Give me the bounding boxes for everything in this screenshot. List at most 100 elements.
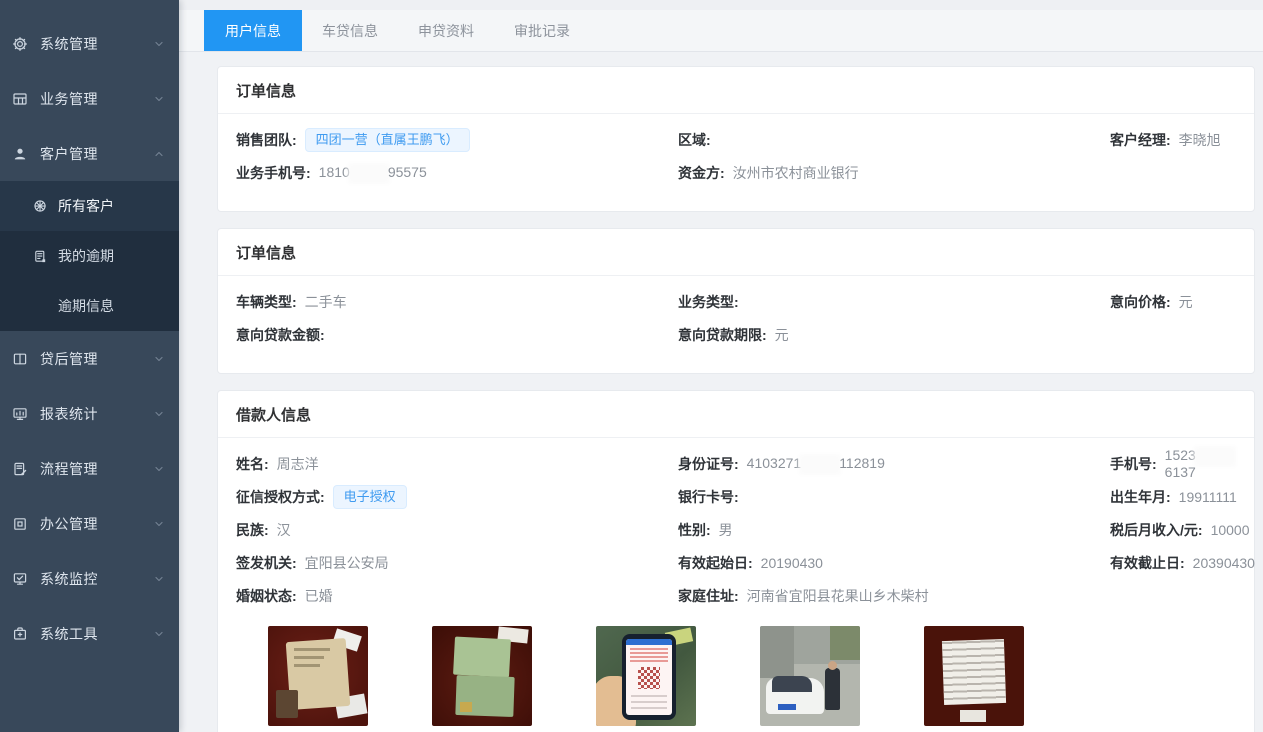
book-icon bbox=[12, 351, 28, 367]
field-label: 签发机关: bbox=[236, 553, 297, 573]
field-row: 业务手机号:181095575资金方:汝州市农村商业银行 bbox=[236, 156, 1236, 189]
main-content: 用户信息车贷信息申贷资料审批记录 订单信息销售团队: 四团一营（直属王鹏飞） 区域:… bbox=[179, 0, 1263, 732]
sidebar-item-2[interactable]: 客户管理 bbox=[0, 126, 179, 181]
field-label: 婚姻状态: bbox=[236, 586, 297, 606]
field: 销售团队: 四团一营（直属王鹏飞） bbox=[236, 123, 678, 156]
submenu: 所有客户我的逾期逾期信息 bbox=[0, 181, 179, 331]
redacted-suffix: 95575 bbox=[388, 164, 427, 180]
chevron-up-icon bbox=[153, 148, 165, 160]
sidebar-item-label: 系统监控 bbox=[40, 569, 153, 589]
sidebar-item-0[interactable]: 系统管理 bbox=[0, 16, 179, 71]
phone-screen bbox=[626, 639, 672, 715]
tab-1[interactable]: 车贷信息 bbox=[302, 10, 398, 51]
card-title: 订单信息 bbox=[218, 67, 1254, 114]
field-value: 已婚 bbox=[305, 586, 333, 606]
redaction-smudge bbox=[802, 457, 838, 472]
card-1: 订单信息车辆类型:二手车业务类型:意向价格:元意向贷款金额:意向贷款期限:元 bbox=[217, 228, 1255, 374]
photo-green-booklet-gold bbox=[460, 702, 472, 712]
field-value-redacted: 4103271112819 bbox=[747, 455, 885, 472]
phone-stext bbox=[630, 648, 668, 662]
tab-0[interactable]: 用户信息 bbox=[204, 10, 302, 51]
sidebar-item-label: 系统工具 bbox=[40, 624, 153, 644]
sidebar-item-3[interactable]: 贷后管理 bbox=[0, 331, 179, 386]
field: 签发机关: 宜阳县公安局 bbox=[236, 546, 678, 579]
field: 意向贷款期限:元 bbox=[678, 318, 1110, 351]
sidebar-item-label: 办公管理 bbox=[40, 514, 153, 534]
photo-phone-qr[interactable] bbox=[596, 626, 696, 726]
submenu-item-0[interactable]: 所有客户 bbox=[0, 181, 179, 231]
idcard-line bbox=[294, 664, 320, 667]
field-label: 意向价格: bbox=[1110, 292, 1171, 312]
idcard-line bbox=[294, 656, 324, 659]
user-icon bbox=[12, 146, 28, 162]
field-row: 民族:汉性别:男税后月收入/元:10000 bbox=[236, 513, 1236, 546]
field-value: 男 bbox=[719, 520, 733, 540]
submenu-item-label: 逾期信息 bbox=[58, 296, 114, 316]
redacted-prefix: 1810 bbox=[319, 164, 350, 180]
field: 车辆类型:二手车 bbox=[236, 285, 678, 318]
field-label: 销售团队: bbox=[236, 130, 297, 150]
top-strip bbox=[179, 0, 1263, 10]
phone-sbar bbox=[626, 639, 672, 645]
redacted-suffix: 6137 bbox=[1165, 464, 1196, 480]
field: 有效截止日:20390430 bbox=[1110, 546, 1255, 579]
field-label: 手机号: bbox=[1110, 454, 1157, 474]
tab-2[interactable]: 申贷资料 bbox=[398, 10, 494, 51]
field-label: 意向贷款金额: bbox=[236, 325, 325, 345]
photo-person-car[interactable] bbox=[760, 626, 860, 726]
field-label: 银行卡号: bbox=[678, 487, 739, 507]
cards-container: 订单信息销售团队:四团一营（直属王鹏飞）区域:客户经理:李晓旭业务手机号:181… bbox=[179, 66, 1263, 732]
photo-person-car-plate bbox=[778, 704, 796, 710]
field-value: 19911111 bbox=[1179, 489, 1237, 505]
photo-paper-doc-tab2 bbox=[960, 710, 986, 722]
sidebar-item-4[interactable]: 报表统计 bbox=[0, 386, 179, 441]
sidebar-item-5[interactable]: 流程管理 bbox=[0, 441, 179, 496]
field-tag[interactable]: 四团一营（直属王鹏飞） bbox=[305, 128, 470, 152]
redaction-smudge bbox=[351, 166, 387, 181]
photo-id-card[interactable] bbox=[268, 626, 368, 726]
photo-green-booklet[interactable] bbox=[432, 626, 532, 726]
submenu-item-2[interactable]: 逾期信息 bbox=[0, 281, 179, 331]
field-value: 汝州市农村商业银行 bbox=[733, 163, 859, 183]
attachment-images: 本人照身份证照片授权截图人车合影其他材料 bbox=[268, 626, 1236, 732]
phone-qr bbox=[638, 667, 660, 689]
field-row: 销售团队:四团一营（直属王鹏飞）区域:客户经理:李晓旭 bbox=[236, 123, 1236, 156]
attachment-0: 本人照 bbox=[268, 626, 368, 732]
photo-person-car-head bbox=[828, 661, 837, 670]
field: 婚姻状态: 已婚 bbox=[236, 579, 678, 612]
field-label: 家庭住址: bbox=[678, 586, 739, 606]
redaction-smudge bbox=[1197, 449, 1233, 464]
field-value: 河南省宜阳县花果山乡木柴村 bbox=[747, 586, 929, 606]
field-row: 签发机关:宜阳县公安局有效起始日:20190430有效截止日:20390430 bbox=[236, 546, 1236, 579]
sidebar-item-8[interactable]: 系统工具 bbox=[0, 606, 179, 661]
notebook-icon bbox=[33, 249, 48, 264]
card-body: 销售团队:四团一营（直属王鹏飞）区域:客户经理:李晓旭业务手机号:1810955… bbox=[218, 114, 1254, 211]
office-square-icon bbox=[12, 516, 28, 532]
field: 性别:男 bbox=[678, 513, 1110, 546]
field: 区域: bbox=[678, 123, 1110, 156]
card-body: 车辆类型:二手车业务类型:意向价格:元意向贷款金额:意向贷款期限:元 bbox=[218, 276, 1254, 373]
tab-3[interactable]: 审批记录 bbox=[494, 10, 590, 51]
field-tag[interactable]: 电子授权 bbox=[333, 485, 407, 509]
sidebar-item-7[interactable]: 系统监控 bbox=[0, 551, 179, 606]
submenu-item-label: 我的逾期 bbox=[58, 246, 114, 266]
sidebar-item-1[interactable]: 业务管理 bbox=[0, 71, 179, 126]
field-label: 征信授权方式: bbox=[236, 487, 325, 507]
field-value: 10000 bbox=[1211, 522, 1250, 538]
attachment-3: 人车合影 bbox=[760, 626, 860, 732]
photo-person-car-wall bbox=[760, 626, 794, 678]
field-label: 业务类型: bbox=[678, 292, 739, 312]
field-label: 车辆类型: bbox=[236, 292, 297, 312]
field-value: 宜阳县公安局 bbox=[305, 553, 389, 573]
photo-id-card-portrait bbox=[276, 690, 298, 718]
submenu-item-1[interactable]: 我的逾期 bbox=[0, 231, 179, 281]
chevron-down-icon bbox=[153, 628, 165, 640]
monitor-check-icon bbox=[12, 571, 28, 587]
compass-icon bbox=[33, 199, 48, 214]
sidebar-item-6[interactable]: 办公管理 bbox=[0, 496, 179, 551]
sidebar: 系统管理业务管理客户管理所有客户我的逾期逾期信息贷后管理报表统计流程管理办公管理… bbox=[0, 0, 179, 732]
field: 业务手机号:181095575 bbox=[236, 156, 678, 189]
field-row: 意向贷款金额: 意向贷款期限:元 bbox=[236, 318, 1236, 351]
photo-paper-doc[interactable] bbox=[924, 626, 1024, 726]
chevron-down-icon bbox=[153, 463, 165, 475]
